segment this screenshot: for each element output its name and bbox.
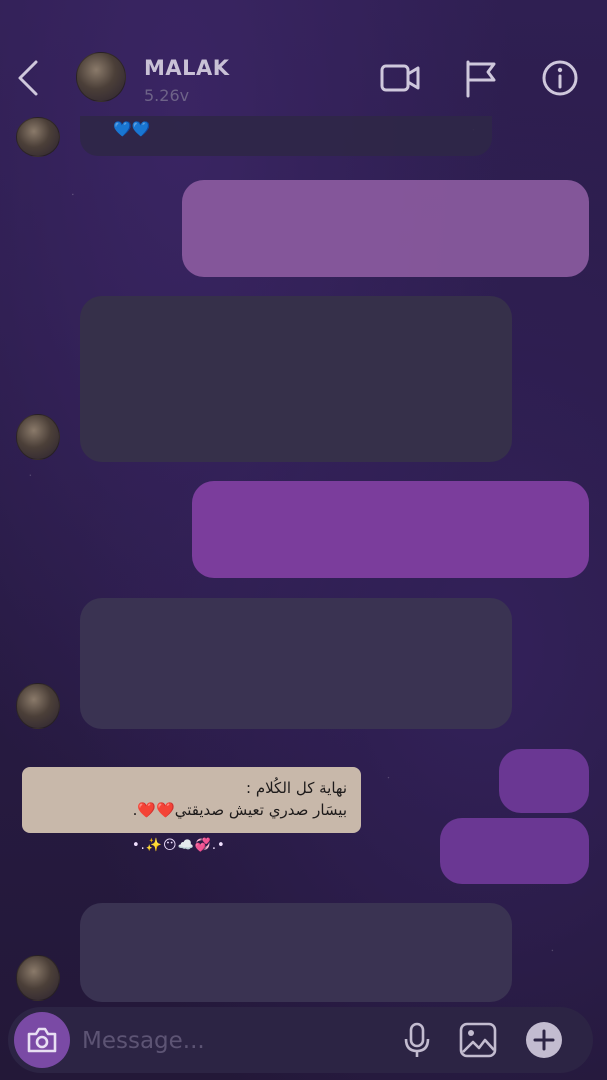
avatar[interactable] [16, 117, 60, 157]
message-bubble-outgoing[interactable] [440, 818, 589, 884]
caption-sticker: نهاية كل الكُلام : بيسَار صدري تعيش صديق… [22, 767, 361, 833]
flag-icon[interactable] [460, 58, 504, 98]
video-call-icon[interactable] [378, 58, 422, 98]
sparkle-emojis: •.✨😶☁️💞.• [132, 838, 226, 853]
message-input[interactable] [82, 1025, 382, 1057]
message-bubble-incoming[interactable] [80, 296, 512, 462]
message-bubble-incoming[interactable] [80, 903, 512, 1002]
microphone-icon[interactable] [397, 1020, 437, 1060]
chat-header: MALAK 5.26v [0, 40, 607, 116]
message-bubble-outgoing[interactable] [182, 180, 589, 277]
message-emoji: 💙💙 [113, 120, 151, 138]
info-icon[interactable] [538, 58, 582, 98]
message-bubble-outgoing[interactable] [192, 481, 589, 578]
message-bubble-incoming[interactable] [80, 598, 512, 729]
contact-name[interactable]: MALAK [144, 56, 230, 80]
avatar[interactable] [16, 414, 60, 460]
message-bubble-outgoing[interactable] [499, 749, 589, 813]
gallery-icon[interactable] [458, 1020, 498, 1060]
avatar[interactable] [76, 52, 126, 102]
contact-status: 5.26v [144, 86, 190, 105]
caption-line: نهاية كل الكُلام : [246, 779, 347, 797]
back-icon[interactable] [14, 58, 44, 98]
plus-icon[interactable] [524, 1020, 564, 1060]
camera-icon [27, 1027, 57, 1053]
message-composer [8, 1007, 593, 1073]
camera-button[interactable] [14, 1012, 70, 1068]
avatar[interactable] [16, 955, 60, 1001]
caption-line: بيسَار صدري تعيش صديقتي❤️❤️. [132, 801, 347, 819]
avatar[interactable] [16, 683, 60, 729]
